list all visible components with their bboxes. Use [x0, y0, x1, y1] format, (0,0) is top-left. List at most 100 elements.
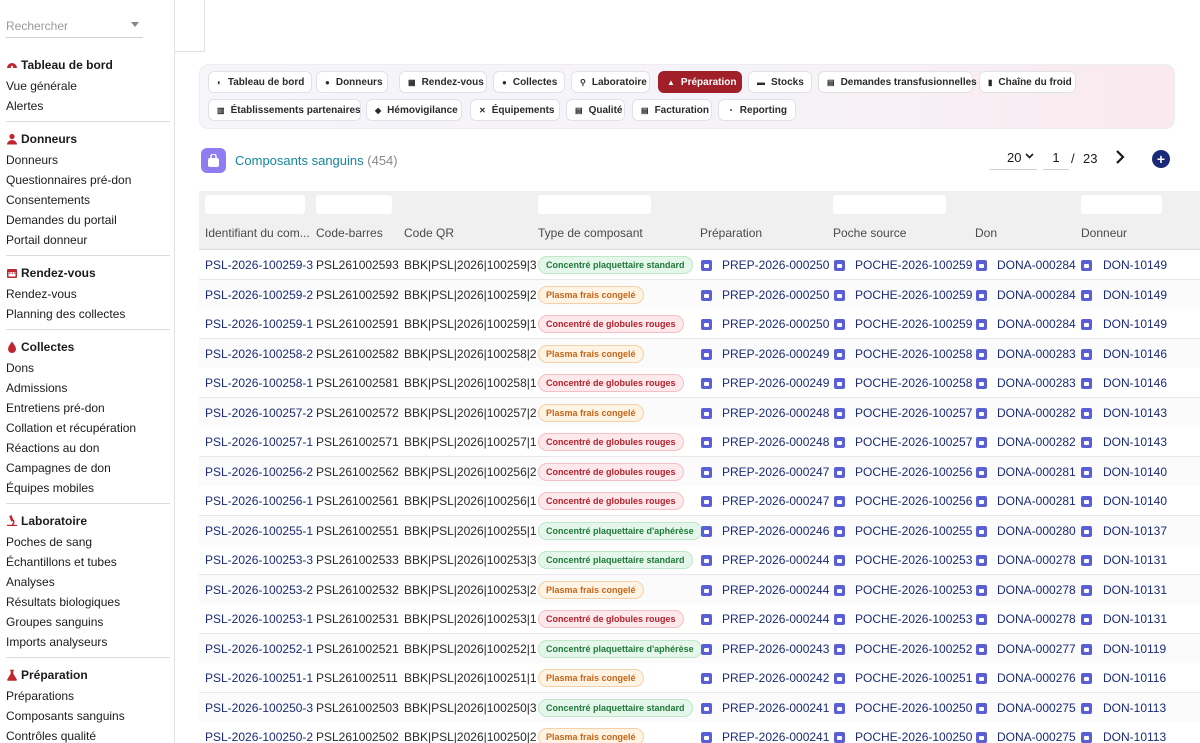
donor-link[interactable]: DON-10116 — [1103, 671, 1166, 685]
nav-tab[interactable]: ▥ Établissements partenaires — [208, 99, 361, 121]
donor-link[interactable]: DON-10131 — [1103, 612, 1167, 626]
nav-tab[interactable]: ◔ Reporting — [718, 99, 796, 121]
source-bag-link[interactable]: POCHE-2026-100258 — [855, 376, 972, 390]
donor-link[interactable]: DON-10149 — [1103, 317, 1167, 331]
sidebar-item[interactable]: Composants sanguins — [0, 706, 170, 726]
donation-link[interactable]: DONA-000278 — [997, 583, 1076, 597]
component-id-link[interactable]: PSL-2026-100259-1 — [205, 317, 313, 331]
preparation-link[interactable]: PREP-2026-000242 — [722, 671, 829, 685]
source-bag-link[interactable]: POCHE-2026-100257 — [855, 406, 972, 420]
source-bag-link[interactable]: POCHE-2026-100259 — [855, 258, 972, 272]
sidebar-item[interactable]: Analyses — [0, 572, 170, 592]
component-id-link[interactable]: PSL-2026-100252-1 — [205, 642, 313, 656]
column-header[interactable]: Code QR — [404, 226, 454, 240]
component-id-link[interactable]: PSL-2026-100257-1 — [205, 435, 313, 449]
donor-link[interactable]: DON-10119 — [1103, 642, 1166, 656]
source-bag-link[interactable]: POCHE-2026-100256 — [855, 465, 972, 479]
donor-link[interactable]: DON-10131 — [1103, 553, 1167, 567]
table-row[interactable]: PSL-2026-100253-2 PSL261002532 BBK|PSL|202… — [199, 574, 1200, 605]
sidebar-item[interactable]: Réactions au don — [0, 438, 170, 458]
sidebar-item[interactable]: Dons — [0, 358, 170, 378]
preparation-link[interactable]: PREP-2026-000249 — [722, 376, 829, 390]
nav-tab[interactable]: ▤ Qualité — [566, 99, 625, 121]
component-id-link[interactable]: PSL-2026-100253-3 — [205, 553, 313, 567]
sidebar-item[interactable]: Préparations — [0, 686, 170, 706]
component-id-link[interactable]: PSL-2026-100257-2 — [205, 406, 313, 420]
donor-link[interactable]: DON-10140 — [1103, 494, 1167, 508]
column-filter-input[interactable] — [538, 195, 651, 214]
page-size-select[interactable]: 20 — [990, 146, 1037, 170]
sidebar-item[interactable]: Donneurs — [0, 150, 170, 170]
sidebar-item[interactable]: Échantillons et tubes — [0, 552, 170, 572]
preparation-link[interactable]: PREP-2026-000241 — [722, 701, 829, 715]
column-header[interactable]: Code-barres — [316, 226, 383, 240]
sidebar-search-select[interactable]: Rechercher — [6, 14, 143, 38]
sidebar-item[interactable]: Poches de sang — [0, 532, 170, 552]
donation-link[interactable]: DONA-000278 — [997, 553, 1076, 567]
donor-link[interactable]: DON-10146 — [1103, 376, 1167, 390]
donor-link[interactable]: DON-10143 — [1103, 406, 1167, 420]
table-row[interactable]: PSL-2026-100257-2 PSL261002572 BBK|PSL|202… — [199, 397, 1200, 428]
source-bag-link[interactable]: POCHE-2026-100250 — [855, 730, 972, 743]
donor-link[interactable]: DON-10113 — [1103, 730, 1166, 743]
table-row[interactable]: PSL-2026-100259-1 PSL261002591 BBK|PSL|202… — [199, 309, 1200, 339]
sidebar-item[interactable]: Équipes mobiles — [0, 478, 170, 498]
donation-link[interactable]: DONA-000281 — [997, 494, 1076, 508]
component-id-link[interactable]: PSL-2026-100258-1 — [205, 376, 313, 390]
donor-link[interactable]: DON-10143 — [1103, 435, 1167, 449]
sidebar-section-header[interactable]: Donneurs — [0, 130, 170, 148]
component-id-link[interactable]: PSL-2026-100256-2 — [205, 465, 313, 479]
nav-tab[interactable]: ◆ Hémovigilance — [366, 99, 462, 121]
nav-tab[interactable]: ▬ Stocks — [748, 71, 812, 93]
column-filter-input[interactable] — [205, 195, 305, 214]
donor-link[interactable]: DON-10137 — [1103, 524, 1167, 538]
component-id-link[interactable]: PSL-2026-100259-2 — [205, 288, 313, 302]
column-header[interactable]: Préparation — [700, 226, 762, 240]
donation-link[interactable]: DONA-000284 — [997, 288, 1076, 302]
sidebar-item[interactable]: Admissions — [0, 378, 170, 398]
donation-link[interactable]: DONA-000275 — [997, 701, 1076, 715]
preparation-link[interactable]: PREP-2026-000243 — [722, 642, 829, 656]
table-row[interactable]: PSL-2026-100259-3 PSL261002593 BBK|PSL|202… — [199, 250, 1200, 280]
source-bag-link[interactable]: POCHE-2026-100252 — [855, 642, 972, 656]
sidebar-section-header[interactable]: Rendez-vous — [0, 264, 170, 282]
donor-link[interactable]: DON-10113 — [1103, 701, 1166, 715]
table-row[interactable]: PSL-2026-100257-1 PSL261002571 BBK|PSL|202… — [199, 427, 1200, 457]
table-row[interactable]: PSL-2026-100253-1 PSL261002531 BBK|PSL|202… — [199, 604, 1200, 634]
sidebar-section-header[interactable]: Collectes — [0, 338, 170, 356]
sidebar-section-header[interactable]: Laboratoire — [0, 512, 170, 530]
table-row[interactable]: PSL-2026-100256-2 PSL261002562 BBK|PSL|202… — [199, 456, 1200, 487]
preparation-link[interactable]: PREP-2026-000248 — [722, 406, 829, 420]
component-id-link[interactable]: PSL-2026-100250-3 — [205, 701, 313, 715]
column-header[interactable]: Donneur — [1081, 226, 1127, 240]
sidebar-section-header[interactable]: Tableau de bord — [0, 56, 170, 74]
preparation-link[interactable]: PREP-2026-000249 — [722, 347, 829, 361]
nav-tab[interactable]: ● Donneurs — [316, 71, 388, 93]
source-bag-link[interactable]: POCHE-2026-100256 — [855, 494, 972, 508]
sidebar-item[interactable]: Rendez-vous — [0, 284, 170, 304]
donor-link[interactable]: DON-10146 — [1103, 347, 1167, 361]
donation-link[interactable]: DONA-000281 — [997, 465, 1076, 479]
source-bag-link[interactable]: POCHE-2026-100253 — [855, 583, 972, 597]
table-row[interactable]: PSL-2026-100252-1 PSL261002521 BBK|PSL|202… — [199, 633, 1200, 664]
component-id-link[interactable]: PSL-2026-100255-1 — [205, 524, 313, 538]
sidebar-item[interactable]: Groupes sanguins — [0, 612, 170, 632]
preparation-link[interactable]: PREP-2026-000250 — [722, 258, 829, 272]
sidebar-item[interactable]: Alertes — [0, 96, 170, 116]
donor-link[interactable]: DON-10140 — [1103, 465, 1167, 479]
component-id-link[interactable]: PSL-2026-100259-3 — [205, 258, 313, 272]
column-filter-input[interactable] — [316, 195, 392, 214]
current-page-input[interactable]: 1 — [1043, 146, 1069, 170]
source-bag-link[interactable]: POCHE-2026-100255 — [855, 524, 972, 538]
nav-tab[interactable]: ◐ Tableau de bord — [208, 71, 312, 93]
component-id-link[interactable]: PSL-2026-100250-2 — [205, 730, 313, 743]
component-id-link[interactable]: PSL-2026-100253-1 — [205, 612, 313, 626]
source-bag-link[interactable]: POCHE-2026-100250 — [855, 701, 972, 715]
component-id-link[interactable]: PSL-2026-100251-1 — [205, 671, 313, 685]
nav-tab[interactable]: ⚲ Laboratoire — [571, 71, 650, 93]
sidebar-item[interactable]: Contrôles qualité — [0, 726, 170, 743]
donation-link[interactable]: DONA-000284 — [997, 258, 1076, 272]
sidebar-item[interactable]: Demandes du portail — [0, 210, 170, 230]
preparation-link[interactable]: PREP-2026-000246 — [722, 524, 829, 538]
column-filter-input[interactable] — [1081, 195, 1162, 214]
